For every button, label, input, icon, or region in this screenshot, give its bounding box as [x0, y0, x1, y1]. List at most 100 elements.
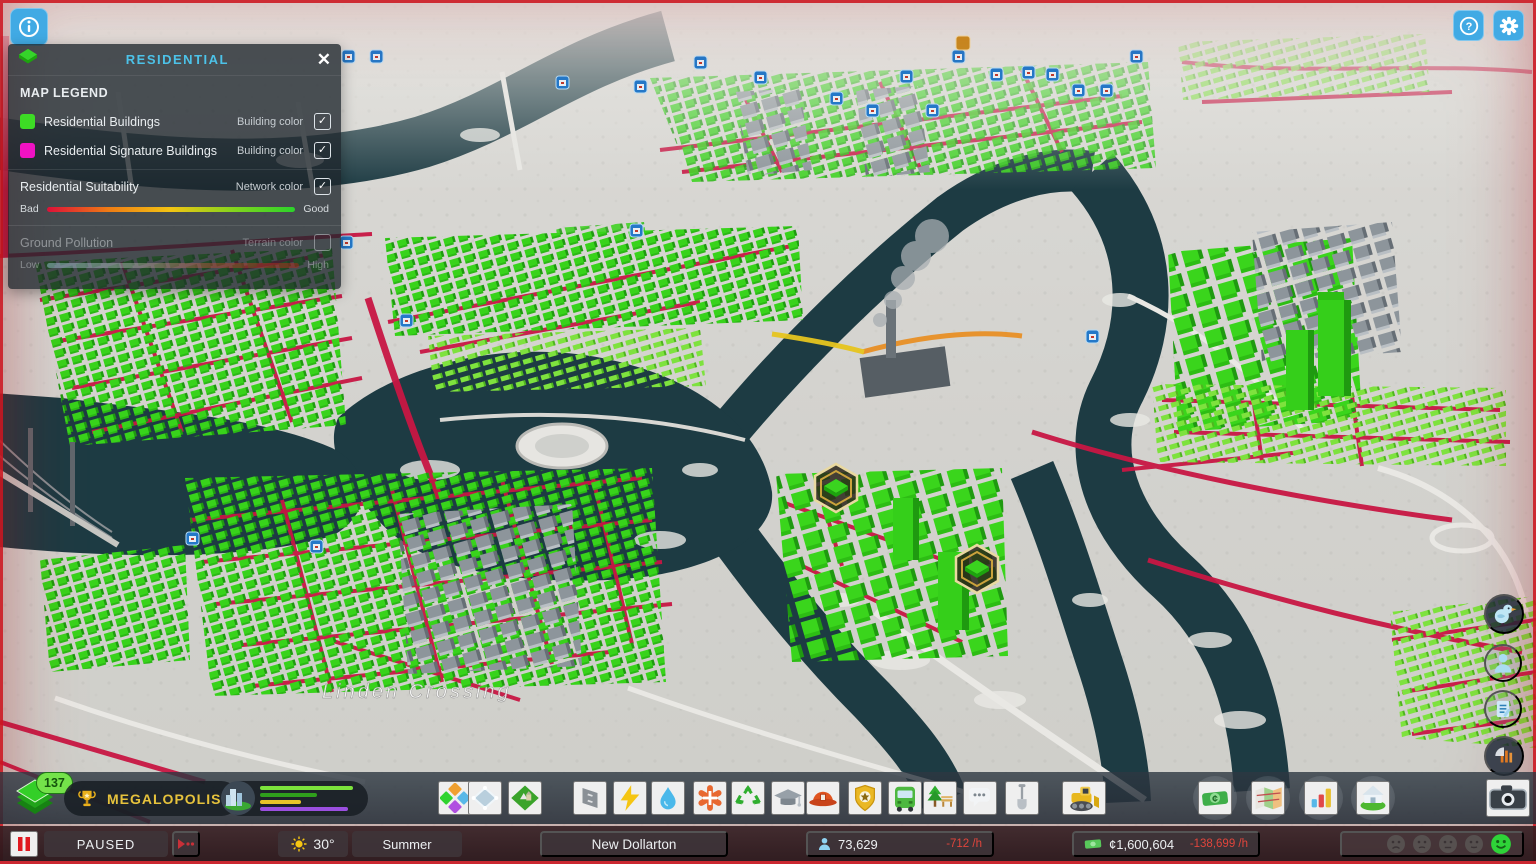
temperature-display: 30° — [278, 831, 348, 857]
bar-chart-icon — [1311, 788, 1331, 808]
park-tree-icon — [927, 785, 953, 807]
close-icon[interactable]: ✕ — [317, 51, 331, 68]
legend-row-label: Residential Signature Buildings — [44, 143, 218, 158]
legend-row-label: Residential Buildings — [44, 114, 161, 129]
garbage-tool[interactable] — [731, 781, 765, 815]
city-name-button[interactable]: New Dollarton — [540, 831, 728, 857]
info-button[interactable] — [10, 8, 48, 46]
signature-buildings-swatch — [20, 143, 35, 158]
legend-title: RESIDENTIAL — [125, 52, 229, 67]
pollution-checkbox[interactable] — [314, 234, 331, 251]
map-icon — [1255, 787, 1282, 810]
settings-button[interactable] — [1493, 10, 1524, 41]
content-face-icon — [1465, 835, 1483, 853]
fire-rescue-tool[interactable] — [806, 781, 840, 815]
chirper-bird-icon — [1494, 604, 1517, 624]
legend-row-color-type: Terrain color — [242, 236, 303, 249]
transportation-tool[interactable] — [888, 781, 922, 815]
pause-button[interactable] — [10, 831, 38, 857]
radio-button[interactable] — [1484, 736, 1524, 776]
very-unhappy-face-icon — [1387, 835, 1405, 853]
status-bar: PAUSED 30° Summer New Dollarton 73,629 -… — [0, 826, 1536, 861]
money-value: ¢1,600,604 — [1109, 836, 1175, 852]
sim-speed-icon — [178, 839, 195, 849]
sim-speed-button[interactable] — [172, 831, 200, 857]
settings-gear-icon — [1499, 16, 1518, 35]
chirper-button[interactable] — [1484, 594, 1524, 634]
graduation-cap-icon — [774, 789, 802, 807]
svg-text:?: ? — [1465, 21, 1472, 33]
suitability-gradient-bar — [46, 206, 296, 212]
areas-tool[interactable] — [468, 781, 502, 815]
legend-row-signature-buildings: Residential Signature Buildings Building… — [8, 136, 341, 165]
chat-bubbles-icon — [968, 788, 990, 807]
signature-buildings-checkbox[interactable]: ✓ — [314, 142, 331, 159]
map-legend-panel: RESIDENTIAL ✕ MAP LEGEND Residential Bui… — [8, 44, 341, 289]
house-icon — [1360, 785, 1386, 811]
recycle-icon — [735, 785, 761, 805]
unhappy-face-icon — [1413, 835, 1431, 853]
district-label: Linden Crossing — [322, 681, 512, 703]
gradient-low-label: Bad — [20, 203, 39, 215]
warning-marker-icon — [955, 35, 971, 51]
checkmark-icon: ✓ — [317, 115, 328, 127]
landscaping-tool[interactable] — [508, 781, 542, 815]
bulldozer-tool[interactable] — [1062, 781, 1106, 815]
camera-icon — [1488, 785, 1528, 811]
residential-zoning-icon — [18, 48, 38, 71]
happiness-button[interactable] — [1340, 831, 1524, 857]
sim-state-display: PAUSED — [44, 831, 168, 857]
legend-row-pollution: Ground Pollution Terrain color — [8, 228, 341, 257]
svg-text:¢: ¢ — [1212, 794, 1218, 805]
sim-state-label: PAUSED — [76, 836, 136, 852]
population-value: 73,629 — [838, 836, 878, 852]
population-button[interactable]: 73,629 -712 /h — [806, 831, 994, 857]
checkmark-icon: ✓ — [317, 180, 328, 192]
milestone-button[interactable]: MEGALOPOLIS — [64, 781, 240, 816]
pollution-gradient-bar — [47, 262, 300, 268]
police-tool[interactable] — [848, 781, 882, 815]
water-drop-icon — [660, 787, 676, 810]
healthcare-tool[interactable] — [693, 781, 727, 815]
divider — [8, 169, 341, 170]
education-tool[interactable] — [771, 781, 805, 815]
communications-tool[interactable] — [963, 781, 997, 815]
population-icon — [818, 837, 831, 851]
statistics-tool[interactable] — [1304, 781, 1338, 815]
electricity-tool[interactable] — [613, 781, 647, 815]
economy-tool[interactable]: ¢ — [1198, 781, 1232, 815]
journal-icon — [1496, 700, 1510, 717]
legend-row-label: Ground Pollution — [20, 235, 114, 250]
legend-row-label: Residential Suitability — [20, 179, 139, 194]
money-button[interactable]: ¢1,600,604 -138,699 /h — [1072, 831, 1260, 857]
help-button[interactable]: ? — [1453, 10, 1484, 41]
electricity-icon — [620, 785, 640, 811]
photo-mode-tool[interactable] — [1486, 779, 1530, 817]
season-label: Summer — [382, 836, 432, 852]
suitability-checkbox[interactable]: ✓ — [314, 178, 331, 195]
radio-icon — [1495, 747, 1513, 763]
zoning-icon — [440, 783, 470, 813]
residential-buildings-checkbox[interactable]: ✓ — [314, 113, 331, 130]
neutral-face-icon — [1439, 835, 1457, 853]
water-sewage-tool[interactable] — [651, 781, 685, 815]
citizens-button[interactable] — [1484, 644, 1522, 682]
city-information-tool[interactable] — [1356, 781, 1390, 815]
divider — [8, 225, 341, 226]
pollution-gradient-row: Low High — [8, 257, 341, 277]
journal-button[interactable] — [1484, 690, 1522, 728]
game-screen: Linden Crossing ? RESIDENTIAL ✕ MAP LEGE — [0, 0, 1536, 864]
roads-tool[interactable] — [573, 781, 607, 815]
help-icon: ? — [1459, 16, 1478, 35]
gradient-high-label: High — [307, 259, 329, 271]
citizen-icon — [1494, 653, 1512, 673]
legend-section-title: MAP LEGEND — [20, 86, 109, 100]
terraforming-tool[interactable] — [1005, 781, 1039, 815]
legend-row-color-type: Building color — [236, 144, 303, 157]
zoning-tool[interactable] — [438, 781, 472, 815]
police-badge-icon — [855, 784, 875, 812]
legend-row-color-type: Building color — [236, 115, 303, 128]
info-views-tool[interactable] — [1251, 781, 1285, 815]
parks-recreation-tool[interactable] — [923, 781, 957, 815]
residential-buildings-swatch — [20, 114, 35, 129]
